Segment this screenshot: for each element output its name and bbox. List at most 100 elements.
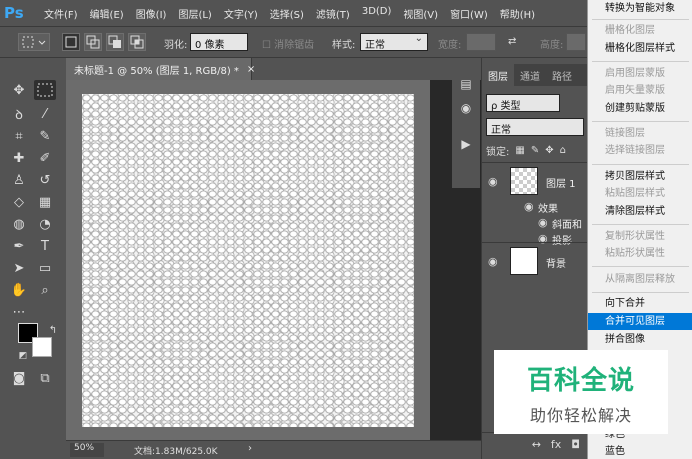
context-menu-item[interactable]: 创建剪贴蒙版 [588, 100, 692, 117]
context-menu-item[interactable]: 转换为智能对象 [588, 0, 692, 17]
layer-row-layer1[interactable]: ◉ 图层 1 [482, 162, 588, 198]
width-input[interactable] [466, 33, 496, 51]
menu-separator [592, 224, 689, 225]
menu-window[interactable]: 窗口(W) [444, 6, 494, 21]
layer-effects-row[interactable]: ◉ 效果 [482, 198, 588, 215]
visibility-eye-icon[interactable]: ◉ [488, 255, 498, 268]
add-mask-icon[interactable]: ◘ [571, 438, 580, 451]
link-layers-icon[interactable]: ↔ [532, 438, 541, 451]
height-input[interactable] [566, 33, 586, 51]
canvas-area [66, 80, 482, 440]
context-menu-item[interactable]: 拷贝图层样式 [588, 168, 692, 185]
context-menu-item[interactable]: 拼合图像 [588, 331, 692, 348]
antialias-checkbox[interactable]: ☐ 消除锯齿 [262, 36, 314, 51]
eraser-tool-icon[interactable]: ◇ [8, 192, 30, 212]
actions-play-icon[interactable]: ▶ [454, 134, 478, 154]
watermark-subtitle: 助你轻松解决 [529, 406, 632, 425]
document-info: 文档:1.83M/625.0K [134, 447, 218, 457]
document-tab[interactable]: 未标题-1 @ 50% (图层 1, RGB/8) * × [66, 58, 255, 80]
menu-separator [592, 292, 689, 293]
crop-tool-icon[interactable]: ⌗ [8, 126, 30, 146]
context-menu-item[interactable]: 向下合并 [588, 295, 692, 312]
gradient-tool-icon[interactable]: ▦ [34, 192, 56, 212]
swap-icon[interactable]: ⇄ [508, 36, 516, 47]
magic-wand-tool-icon[interactable]: ⁄ [34, 104, 56, 124]
rect-marquee-tool-icon[interactable] [34, 80, 56, 100]
context-menu-item: 粘贴形状属性 [605, 248, 665, 259]
pen-tool-icon[interactable]: ✒ [8, 236, 30, 256]
lock-all-icon[interactable]: ⌂ [560, 145, 566, 156]
intersect-selection-icon[interactable] [128, 33, 146, 51]
context-menu-item: 复制形状属性 [605, 231, 665, 242]
clone-stamp-tool-icon[interactable]: ♙ [8, 170, 30, 190]
lock-row: 锁定: ▦ ✎ ✥ ⌂ [486, 142, 586, 158]
healing-brush-tool-icon[interactable]: ✚ [8, 148, 30, 168]
lock-position-icon[interactable]: ✥ [545, 145, 553, 156]
add-selection-icon[interactable] [84, 33, 102, 51]
blend-mode-select[interactable]: 正常 [486, 118, 584, 136]
context-menu-item[interactable]: 蓝色 [588, 443, 692, 459]
close-icon[interactable]: × [247, 64, 255, 75]
tab-channels[interactable]: 通道 [514, 64, 546, 86]
lock-transparency-icon[interactable]: ▦ [515, 145, 524, 156]
menu-type[interactable]: 文字(Y) [218, 6, 264, 21]
menu-view[interactable]: 视图(V) [397, 6, 444, 21]
menu-layer[interactable]: 图层(L) [172, 6, 217, 21]
zoom-field[interactable]: 50% [70, 443, 104, 457]
context-menu-item[interactable]: 清除图层样式 [588, 203, 692, 220]
visibility-eye-icon[interactable]: ◉ [538, 216, 548, 229]
type-tool-icon[interactable]: T [34, 236, 56, 256]
panel-icon-strip: ▤ ◉ ▶ [452, 58, 480, 188]
watermark-logo: 百科全说 助你轻松解决 [494, 350, 668, 434]
height-label: 高度: [540, 40, 564, 51]
default-colors-icon[interactable]: ◩ [12, 346, 34, 366]
layer-row-background[interactable]: ◉ 背景 [482, 242, 588, 278]
context-menu-item[interactable]: 合并可见图层 [588, 313, 692, 330]
new-selection-icon[interactable] [62, 33, 80, 51]
zoom-tool-icon[interactable]: ⌕ [34, 280, 56, 300]
menu-filter[interactable]: 滤镜(T) [310, 6, 356, 21]
screen-mode-icon[interactable]: ⧉ [34, 368, 56, 388]
lock-pixels-icon[interactable]: ✎ [531, 145, 539, 156]
context-menu-item: 从隔离图层释放 [605, 274, 675, 285]
menu-help[interactable]: 帮助(H) [494, 6, 541, 21]
document-canvas[interactable] [82, 94, 414, 427]
quick-mask-icon[interactable]: ◙ [8, 368, 30, 388]
eyedropper-tool-icon[interactable]: ✎ [34, 126, 56, 146]
menu-edit[interactable]: 编辑(E) [84, 6, 130, 21]
blur-tool-icon[interactable]: ◍ [8, 214, 30, 234]
menu-select[interactable]: 选择(S) [264, 6, 310, 21]
swap-colors-icon[interactable]: ↰ [42, 320, 64, 340]
effect-bevel-row[interactable]: ◉ 斜面和 [482, 214, 588, 231]
menu-file[interactable]: 文件(F) [38, 6, 84, 21]
dodge-tool-icon[interactable]: ◔ [34, 214, 56, 234]
context-menu-item: 链接图层 [605, 128, 645, 139]
style-select[interactable]: 正常 [360, 33, 428, 51]
background-color-swatch[interactable] [32, 337, 52, 357]
move-tool-icon[interactable]: ✥ [8, 80, 30, 100]
tab-layers[interactable]: 图层 [482, 64, 514, 86]
brush-tool-icon[interactable]: ✐ [34, 148, 56, 168]
visibility-eye-icon[interactable]: ◉ [524, 200, 534, 213]
layer-filter-select[interactable]: ρ 类型 [486, 94, 560, 112]
tab-paths[interactable]: 路径 [546, 64, 578, 86]
pasteboard [66, 80, 430, 440]
rectangle-tool-icon[interactable]: ▭ [34, 258, 56, 278]
menu-3d[interactable]: 3D(D) [356, 6, 398, 21]
hand-tool-icon[interactable]: ✋ [8, 280, 30, 300]
history-panel-icon[interactable]: ▤ [454, 74, 478, 94]
more-tools-icon[interactable]: ⋯ [8, 302, 30, 322]
fx-icon[interactable]: fx [551, 438, 561, 451]
feather-input[interactable]: 0 像素 [190, 33, 248, 51]
lasso-tool-icon[interactable]: ꝺ [8, 104, 30, 124]
marquee-preset-icon[interactable] [18, 33, 50, 51]
path-selection-tool-icon[interactable]: ➤ [8, 258, 30, 278]
visibility-eye-icon[interactable]: ◉ [488, 175, 498, 188]
context-menu-item[interactable]: 栅格化图层样式 [588, 40, 692, 57]
subtract-selection-icon[interactable] [106, 33, 124, 51]
history-brush-tool-icon[interactable]: ↺ [34, 170, 56, 190]
status-menu-arrow-icon[interactable]: › [248, 443, 252, 454]
menu-image[interactable]: 图像(I) [130, 6, 173, 21]
layer-thumbnail-transparent [510, 167, 538, 195]
properties-panel-icon[interactable]: ◉ [454, 98, 478, 118]
